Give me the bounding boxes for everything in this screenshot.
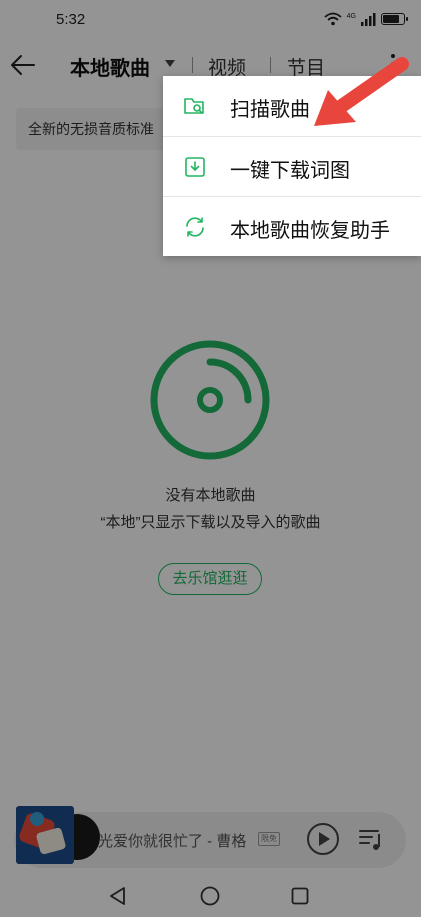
menu-label: 扫描歌曲 xyxy=(230,99,310,121)
menu-label: 一键下载词图 xyxy=(230,160,350,182)
menu-item-download-lyrics[interactable]: 一键下载词图 xyxy=(163,136,421,196)
menu-item-restore-helper[interactable]: 本地歌曲恢复助手 xyxy=(163,196,421,256)
menu-label: 本地歌曲恢复助手 xyxy=(230,220,390,242)
sync-icon xyxy=(186,217,204,237)
red-arrow-annotation xyxy=(314,57,409,126)
folder-search-icon xyxy=(184,98,204,114)
download-box-icon xyxy=(185,157,205,177)
